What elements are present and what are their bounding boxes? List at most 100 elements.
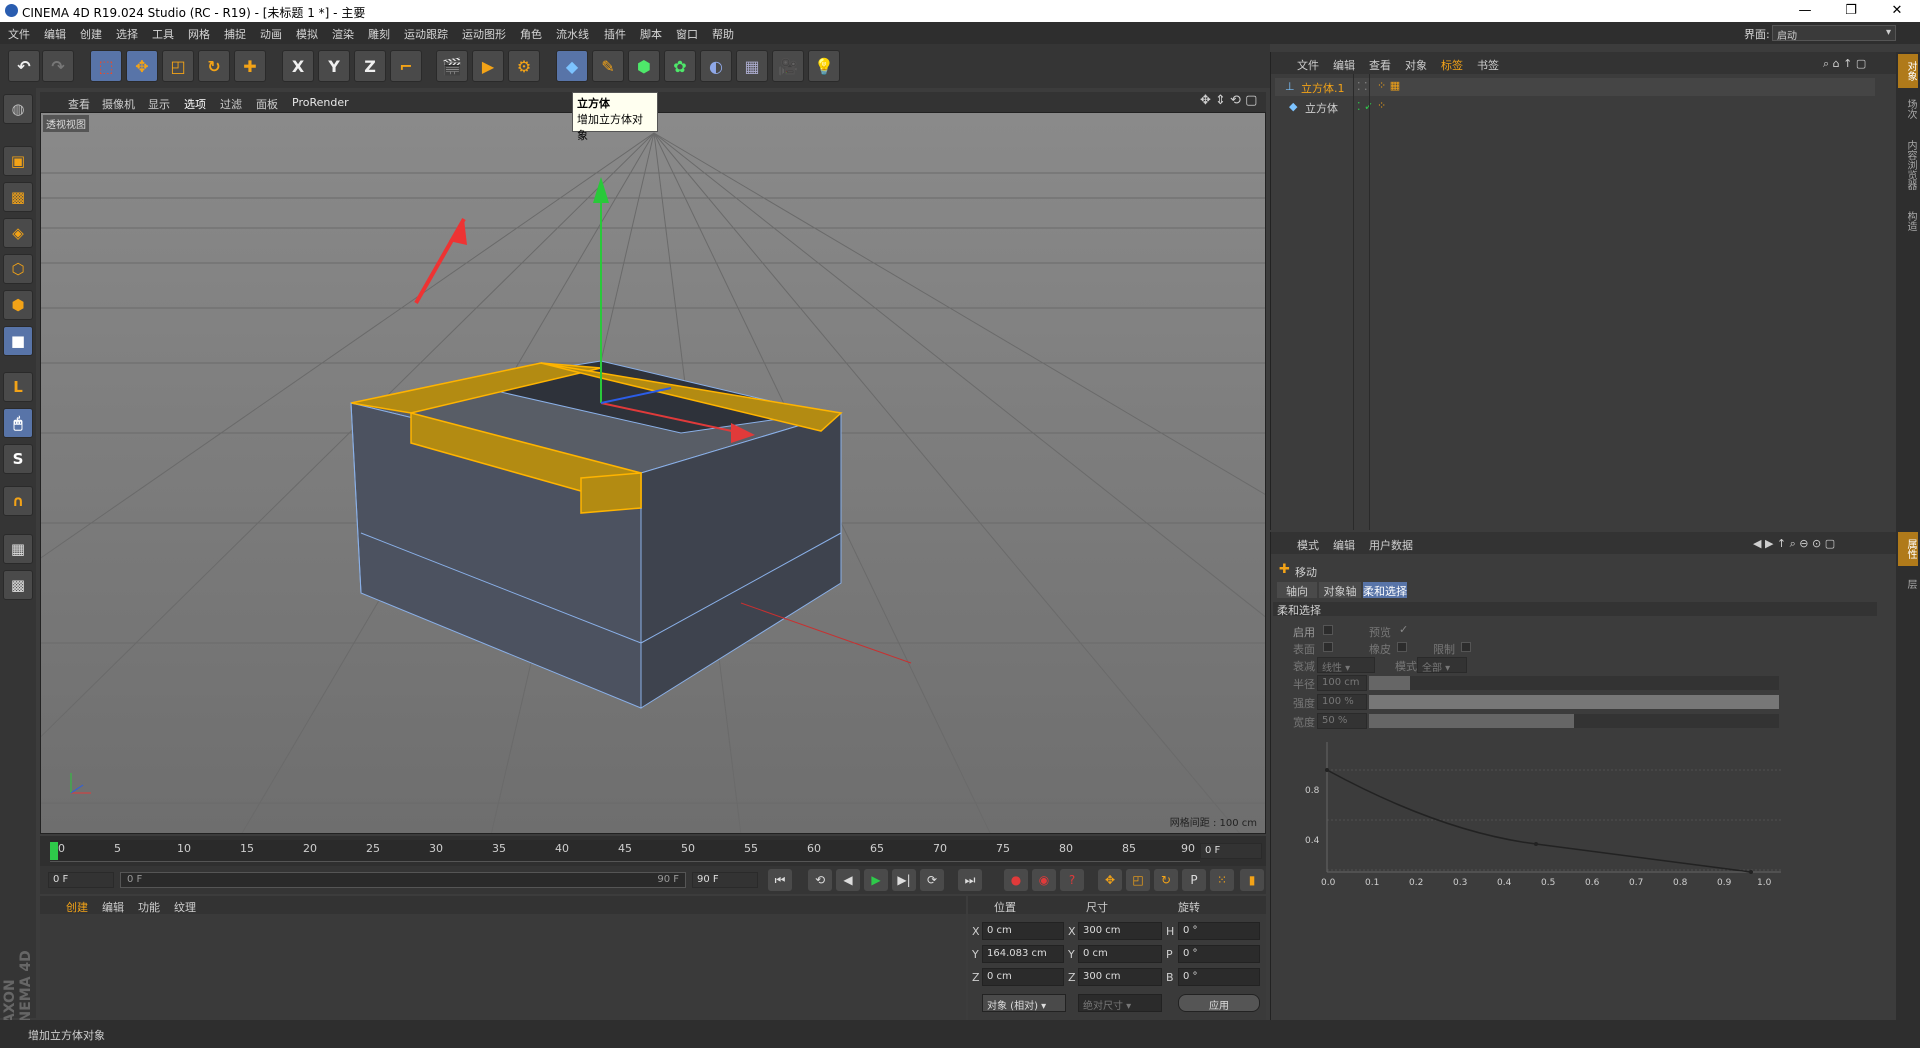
key-position-icon[interactable]: ✥ <box>1098 869 1122 891</box>
viewport-menu-view[interactable]: 查看 <box>68 96 90 112</box>
goto-start-icon[interactable]: ⏮ <box>768 869 792 891</box>
surface-checkbox[interactable] <box>1323 642 1333 652</box>
tab-objects[interactable]: 对象 <box>1898 54 1918 88</box>
enable-axis-icon[interactable]: L <box>3 372 33 402</box>
autokey-icon[interactable]: ◉ <box>1032 869 1056 891</box>
object-menu-edit[interactable]: 编辑 <box>1333 57 1355 73</box>
menu-simulate[interactable]: 模拟 <box>296 26 318 42</box>
make-editable-icon[interactable]: ◍ <box>3 94 33 124</box>
attr-menu-mode[interactable]: 模式 <box>1297 537 1319 553</box>
x-axis-lock-button[interactable]: X <box>282 50 314 82</box>
floor-icon[interactable]: ▦ <box>736 50 768 82</box>
object-name[interactable]: 立方体.1 <box>1301 80 1345 96</box>
coordinate-system-icon[interactable]: ⌐ <box>390 50 422 82</box>
curve-point[interactable] <box>1534 842 1538 846</box>
pos-z-field[interactable]: 0 cm <box>982 968 1064 986</box>
viewport-menu-filter[interactable]: 过滤 <box>220 96 242 112</box>
transform-tool-icon[interactable]: ✚ <box>234 50 266 82</box>
object-name[interactable]: 立方体 <box>1305 100 1338 116</box>
viewport-menu-options[interactable]: 选项 <box>184 96 206 112</box>
falloff-select[interactable]: 线性 ▾ <box>1317 657 1375 674</box>
tab-layers[interactable]: 层 <box>1898 570 1918 598</box>
tag-icon[interactable]: ⁘ <box>1377 99 1386 112</box>
menu-edit[interactable]: 编辑 <box>44 26 66 42</box>
snap-icon[interactable]: ∩ <box>3 486 33 516</box>
maximize-button[interactable]: ❐ <box>1828 0 1874 22</box>
layout-select[interactable]: 启动 ▾ <box>1772 25 1896 42</box>
rot-h-field[interactable]: 0 ° <box>1178 922 1260 940</box>
menu-create[interactable]: 创建 <box>80 26 102 42</box>
size-y-field[interactable]: 0 cm <box>1078 945 1162 963</box>
mode-select[interactable]: 全部 ▾ <box>1417 657 1467 674</box>
points-mode-icon[interactable]: ⬡ <box>3 254 33 284</box>
camera-icon[interactable]: 🎥 <box>772 50 804 82</box>
viewport-menu-prorender[interactable]: ProRender <box>292 96 349 109</box>
pos-x-field[interactable]: 0 cm <box>982 922 1064 940</box>
menu-character[interactable]: 角色 <box>520 26 542 42</box>
tweak-mode-icon[interactable]: 🖱 <box>3 408 33 438</box>
size-x-field[interactable]: 300 cm <box>1078 922 1162 940</box>
menu-animate[interactable]: 动画 <box>260 26 282 42</box>
light-icon[interactable]: 💡 <box>808 50 840 82</box>
enable-checkbox[interactable] <box>1323 625 1333 635</box>
menu-motion-tracker[interactable]: 运动跟踪 <box>404 26 448 42</box>
radius-field[interactable]: 100 cm <box>1317 675 1367 691</box>
key-rotation-icon[interactable]: ↻ <box>1154 869 1178 891</box>
viewport-menu-cameras[interactable]: 摄像机 <box>102 96 135 112</box>
menu-mograph[interactable]: 运动图形 <box>462 26 506 42</box>
strength-slider[interactable] <box>1369 695 1779 709</box>
menu-tools[interactable]: 工具 <box>152 26 174 42</box>
size-z-field[interactable]: 300 cm <box>1078 968 1162 986</box>
minimize-button[interactable]: — <box>1782 0 1828 22</box>
workplane-icon[interactable]: ◈ <box>3 218 33 248</box>
solo-icon[interactable]: S <box>3 444 33 474</box>
render-picture-viewer-icon[interactable]: ▶ <box>472 50 504 82</box>
apply-button[interactable]: 应用 <box>1178 994 1260 1012</box>
tab-attributes[interactable]: 属性 <box>1898 532 1918 566</box>
tab-object-axis[interactable]: 对象轴心 <box>1319 582 1361 614</box>
next-key-icon[interactable]: ⟳ <box>920 869 944 891</box>
move-tool-icon[interactable]: ✥ <box>126 50 158 82</box>
scale-tool-icon[interactable]: ◰ <box>162 50 194 82</box>
polygons-mode-icon[interactable]: ■ <box>3 326 33 356</box>
record-icon[interactable]: ● <box>1004 869 1028 891</box>
pos-y-field[interactable]: 164.083 cm <box>982 945 1064 963</box>
y-axis-lock-button[interactable]: Y <box>318 50 350 82</box>
restrict-checkbox[interactable] <box>1461 642 1471 652</box>
tab-structure[interactable]: 构造 <box>1898 204 1918 238</box>
attr-nav-icons[interactable]: ◀ ▶ ↑ ⌕ ⊖ ⊙ ▢ <box>1753 537 1835 551</box>
edges-mode-icon[interactable]: ⬢ <box>3 290 33 320</box>
object-menu-file[interactable]: 文件 <box>1297 57 1319 73</box>
render-settings-icon[interactable]: ⚙ <box>508 50 540 82</box>
material-menu-texture[interactable]: 纹理 <box>174 899 196 915</box>
array-icon[interactable]: ✿ <box>664 50 696 82</box>
menu-pipeline[interactable]: 流水线 <box>556 26 589 42</box>
menu-select[interactable]: 选择 <box>116 26 138 42</box>
locked-workplane-icon[interactable]: ▦ <box>3 534 33 564</box>
preview-check-icon[interactable]: ✓ <box>1399 623 1408 636</box>
menu-plugins[interactable]: 插件 <box>604 26 626 42</box>
material-menu-edit[interactable]: 编辑 <box>102 899 124 915</box>
subdivision-icon[interactable]: ⬢ <box>628 50 660 82</box>
goto-end-icon[interactable]: ⏭ <box>958 869 982 891</box>
tab-axis[interactable]: 轴向 <box>1277 582 1317 598</box>
model-mode-icon[interactable]: ▣ <box>3 146 33 176</box>
material-menu-function[interactable]: 功能 <box>138 899 160 915</box>
menu-window[interactable]: 窗口 <box>676 26 698 42</box>
viewport-menu-display[interactable]: 显示 <box>148 96 170 112</box>
width-field[interactable]: 50 % <box>1317 713 1367 729</box>
render-view-icon[interactable]: 🎬 <box>436 50 468 82</box>
attr-menu-userdata[interactable]: 用户数据 <box>1369 537 1413 553</box>
viewport-menu-panel[interactable]: 面板 <box>256 96 278 112</box>
radius-slider[interactable] <box>1369 676 1779 690</box>
viewport-nav-icons[interactable]: ✥ ⇕ ⟲ ▢ <box>1200 93 1257 108</box>
timeline-ruler[interactable]: 0 5 10 15 20 25 30 35 40 45 50 55 60 65 … <box>40 836 1266 866</box>
rot-p-field[interactable]: 0 ° <box>1178 945 1260 963</box>
coord-mode-select[interactable]: 对象 (相对) ▾ <box>982 994 1066 1012</box>
live-selection-icon[interactable]: ⬚ <box>90 50 122 82</box>
pen-spline-icon[interactable]: ✎ <box>592 50 624 82</box>
object-menu-tags[interactable]: 标签 <box>1441 57 1463 73</box>
prev-frame-icon[interactable]: ◀ <box>836 869 860 891</box>
end-frame-field[interactable]: 90 F <box>692 872 758 888</box>
next-frame-icon[interactable]: ▶| <box>892 869 916 891</box>
